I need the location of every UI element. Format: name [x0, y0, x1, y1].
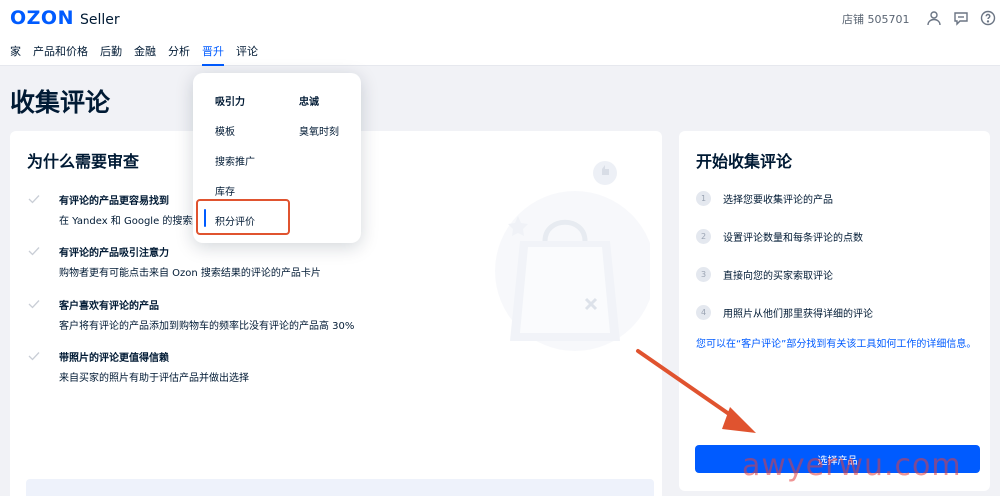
logo-suffix: Seller — [79, 12, 120, 28]
nav-products-prices[interactable]: 产品和价格 — [33, 44, 88, 66]
ozon-seller-logo[interactable]: OZON Seller — [10, 7, 120, 29]
nav-logistics[interactable]: 后勤 — [100, 44, 122, 66]
start-card-title: 开始收集评论 — [696, 152, 793, 171]
shopping-bag-illustration — [495, 161, 650, 351]
nav-promotion[interactable]: 晋升 — [202, 44, 224, 66]
menu-item-loyalty[interactable]: 忠诚 — [299, 93, 319, 108]
reason-desc: 客户将有评论的产品添加到购物车的频率比没有评论的产品高 30% — [59, 321, 355, 332]
step-text: 用照片从他们那里获得详细的评论 — [723, 309, 873, 320]
logo-brand: OZON — [10, 7, 74, 29]
nav-analytics[interactable]: 分析 — [168, 44, 190, 66]
step-text: 直接向您的买家索取评论 — [723, 271, 833, 282]
page-title: 收集评论 — [10, 88, 111, 117]
annotation-arrow — [636, 349, 756, 433]
promotion-dropdown-menu: 吸引力 模板 搜索推广 库存 积分评价 忠诚 臭氧时刻 — [193, 73, 361, 243]
step-number: 1 — [696, 191, 711, 206]
help-icon[interactable] — [979, 9, 997, 27]
step-number: 2 — [696, 229, 711, 244]
watermark: awyerwu.com — [742, 448, 962, 483]
step-item: 3 直接向您的买家索取评论 — [696, 267, 833, 282]
check-icon — [28, 352, 40, 361]
check-icon — [28, 300, 40, 309]
step-item: 4 用照片从他们那里获得详细的评论 — [696, 305, 873, 320]
check-icon — [28, 195, 40, 204]
nav-reviews[interactable]: 评论 — [236, 44, 258, 66]
check-icon — [28, 247, 40, 256]
why-card-title: 为什么需要审查 — [27, 152, 140, 171]
reason-title: 客户喜欢有评论的产品 — [59, 301, 159, 312]
nav-home[interactable]: 家 — [10, 44, 21, 66]
reason-title: 有评论的产品吸引注意力 — [59, 248, 169, 259]
menu-item-templates[interactable]: 模板 — [215, 123, 235, 138]
step-text: 选择您要收集评论的产品 — [723, 195, 833, 206]
step-number: 3 — [696, 267, 711, 282]
reason-desc: 来自买家的照片有助于评估产品并做出选择 — [59, 373, 249, 384]
top-bar: OZON Seller 店铺 505701 家 产品和价格 后勤 金融 分析 晋… — [0, 0, 1000, 66]
menu-item-attraction[interactable]: 吸引力 — [215, 93, 245, 108]
store-label[interactable]: 店铺 505701 — [842, 11, 910, 27]
menu-item-ozon-moments[interactable]: 臭氧时刻 — [299, 123, 339, 138]
info-banner — [26, 479, 654, 496]
step-item: 1 选择您要收集评论的产品 — [696, 191, 833, 206]
chat-icon[interactable] — [952, 9, 970, 27]
main-nav: 家 产品和价格 后勤 金融 分析 晋升 评论 — [0, 44, 260, 66]
step-item: 2 设置评论数量和每条评论的点数 — [696, 229, 863, 244]
menu-item-stock[interactable]: 库存 — [215, 183, 235, 198]
annotation-highlight-box — [196, 199, 290, 235]
user-icon[interactable] — [925, 9, 943, 27]
reason-desc: 在 Yandex 和 Google 的搜索结 — [59, 216, 203, 227]
reason-title: 带照片的评论更值得信赖 — [59, 353, 169, 364]
step-number: 4 — [696, 305, 711, 320]
reason-title: 有评论的产品更容易找到 — [59, 196, 169, 207]
nav-finance[interactable]: 金融 — [134, 44, 156, 66]
menu-item-search-promotion[interactable]: 搜索推广 — [215, 153, 255, 168]
step-text: 设置评论数量和每条评论的点数 — [723, 233, 863, 244]
reason-desc: 购物者更有可能点击来自 Ozon 搜索结果的评论的产品卡片 — [59, 268, 321, 279]
